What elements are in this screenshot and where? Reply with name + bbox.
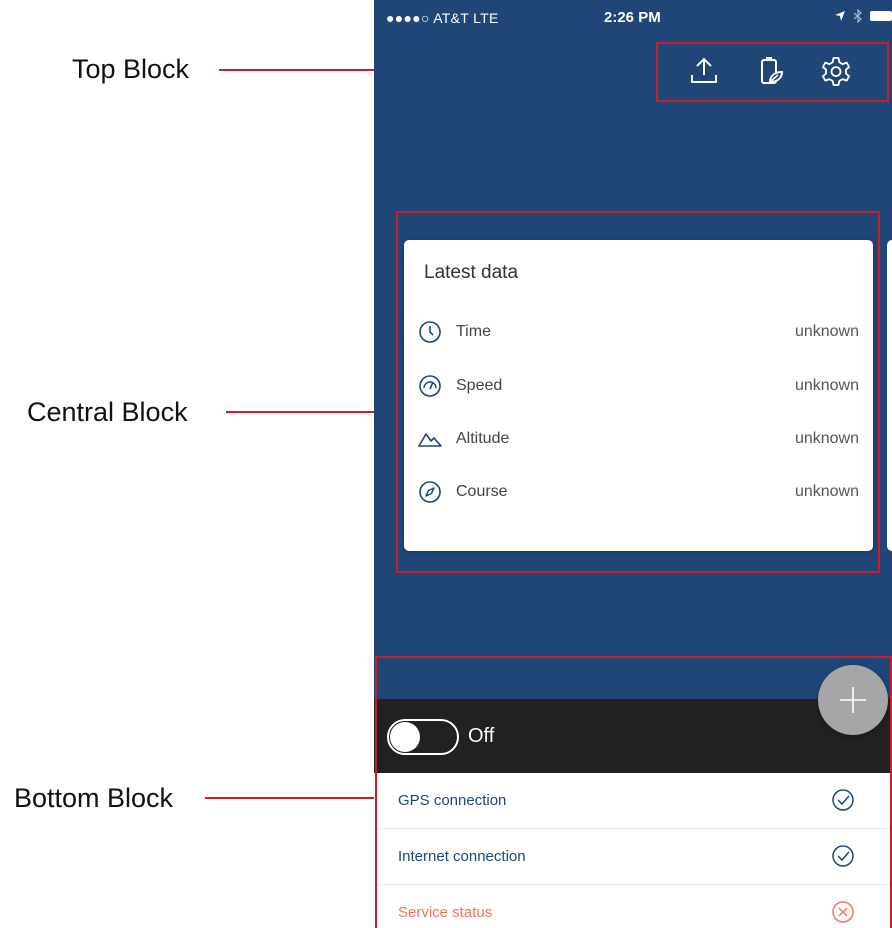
bottom-block-frame — [375, 656, 892, 928]
battery-icon — [870, 11, 892, 21]
status-icons — [834, 9, 892, 23]
bluetooth-icon — [853, 9, 862, 23]
top-block-frame — [656, 42, 889, 102]
status-bar: ●●●●○ AT&T LTE 2:26 PM — [374, 0, 892, 34]
top-block-label: Top Block — [72, 54, 190, 84]
next-card-peek[interactable] — [887, 240, 892, 551]
status-time: 2:26 PM — [604, 9, 661, 26]
central-block-frame — [396, 211, 880, 573]
bottom-block-leader — [205, 797, 376, 799]
central-block-leader — [226, 411, 396, 413]
central-block-label: Central Block — [27, 397, 188, 427]
carrier-label: ●●●●○ AT&T LTE — [386, 10, 499, 26]
bottom-block-label: Bottom Block — [14, 783, 174, 813]
location-arrow-icon — [835, 11, 845, 21]
